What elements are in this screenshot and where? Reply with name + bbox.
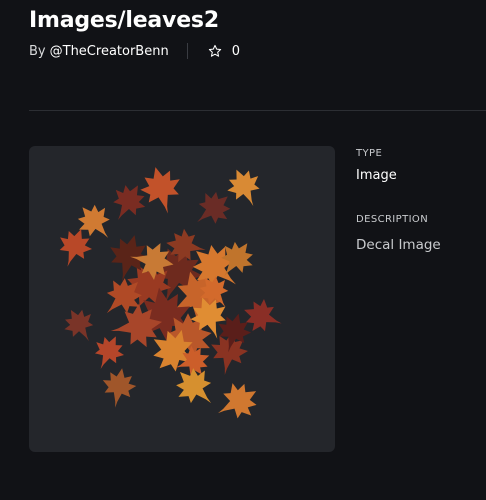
star-outline-icon[interactable] xyxy=(208,44,222,58)
asset-byline: By @TheCreatorBenn 0 xyxy=(29,41,240,61)
description-value: Decal Image xyxy=(356,237,441,253)
type-value: Image xyxy=(356,168,397,183)
by-prefix: By xyxy=(29,43,46,59)
favorite-count: 0 xyxy=(231,43,240,59)
type-label: TYPE xyxy=(356,148,383,159)
asset-thumbnail xyxy=(29,146,335,452)
description-label: DESCRIPTION xyxy=(356,214,429,225)
byline-separator xyxy=(186,43,188,59)
scattered-leaves xyxy=(51,161,288,430)
header-divider xyxy=(29,110,486,111)
leaves-decal-image xyxy=(51,161,288,430)
creator-link[interactable]: @TheCreatorBenn xyxy=(50,44,169,59)
asset-title: Images/leaves2 xyxy=(29,8,219,33)
asset-page: Images/leaves2 By @TheCreatorBenn 0 TYPE… xyxy=(0,0,486,500)
